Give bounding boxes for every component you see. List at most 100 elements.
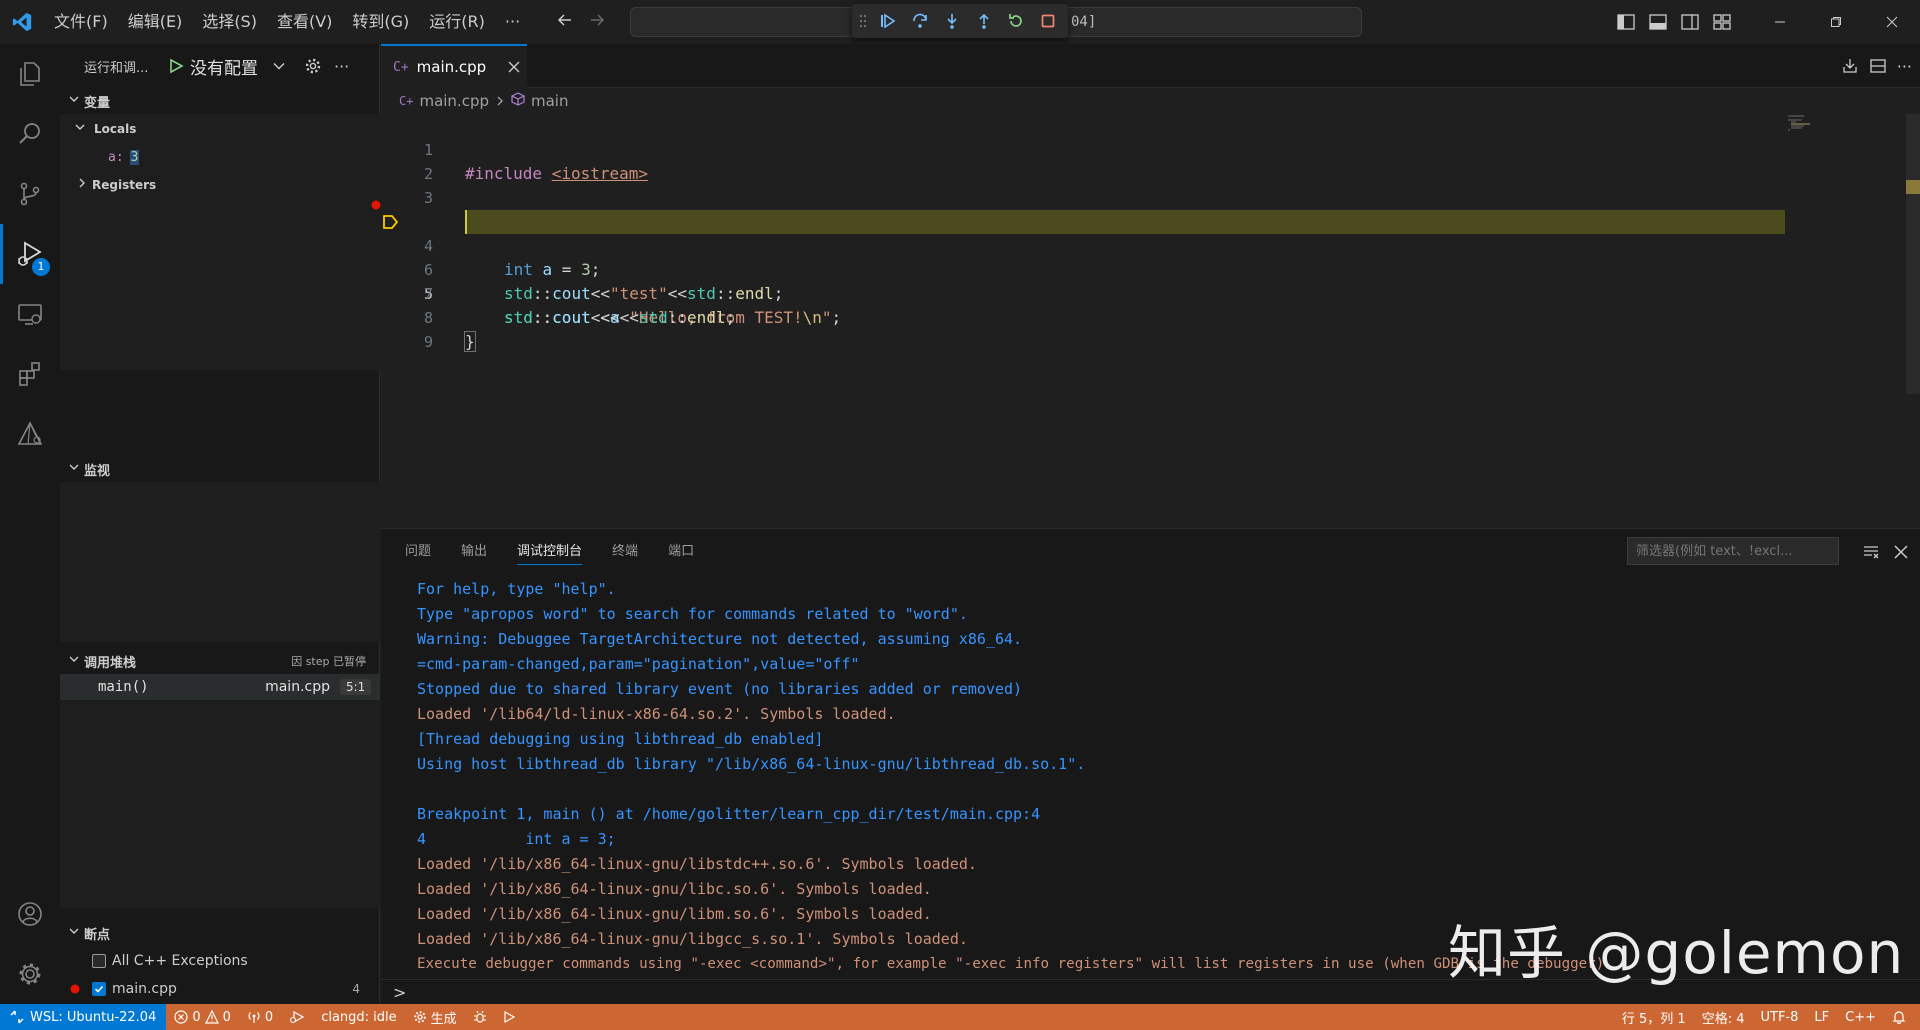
editor-more-icon[interactable]: ···: [1897, 57, 1912, 76]
restart-icon[interactable]: [1004, 9, 1028, 33]
code-editor[interactable]: 1 #include <iostream> 2 3 int main(int, …: [371, 114, 1920, 528]
cmake-run-status[interactable]: [495, 1011, 523, 1023]
close-tab-icon[interactable]: [508, 61, 520, 73]
nav-arrows: [556, 0, 606, 44]
cpp-file-icon: C+: [399, 94, 414, 108]
step-into-icon[interactable]: [940, 9, 964, 33]
menu-selection[interactable]: 选择(S): [192, 0, 267, 44]
start-debug-play-icon[interactable]: [168, 58, 184, 74]
cmake-debug-status[interactable]: [465, 1010, 495, 1024]
customize-layout-icon[interactable]: [1706, 0, 1738, 44]
console-line: Warning: Debuggee TargetArchitecture not…: [417, 630, 1023, 648]
source-control-icon[interactable]: [0, 164, 60, 224]
back-arrow-icon[interactable]: [556, 11, 574, 33]
breadcrumb-file[interactable]: main.cpp: [419, 92, 489, 110]
end-of-line[interactable]: LF: [1806, 1010, 1837, 1025]
step-over-icon[interactable]: [908, 9, 932, 33]
language-mode[interactable]: C++: [1837, 1010, 1884, 1025]
menu-run[interactable]: 运行(R): [419, 0, 495, 44]
variable-name: a:: [108, 149, 124, 165]
breakpoints-section-header[interactable]: 断点: [60, 920, 380, 946]
watermark: 知乎 @golemon: [1448, 919, 1905, 987]
variables-section-header[interactable]: 变量: [60, 88, 380, 114]
exceptions-checkbox[interactable]: [92, 954, 106, 968]
toggle-primary-sidebar-icon[interactable]: [1610, 0, 1642, 44]
run-and-debug-icon[interactable]: 1: [0, 224, 60, 284]
chevron-down-icon[interactable]: [272, 59, 286, 73]
tab-debug-console[interactable]: 调试控制台: [517, 529, 583, 575]
code-line-2: 2: [381, 138, 1781, 183]
toggle-panel-icon[interactable]: [1642, 0, 1674, 44]
menu-edit[interactable]: 编辑(E): [118, 0, 193, 44]
split-editor-icon[interactable]: [1869, 57, 1887, 75]
notifications-bell-icon[interactable]: [1884, 1010, 1914, 1024]
close-window-icon[interactable]: [1864, 0, 1920, 44]
drag-handle-icon[interactable]: [858, 13, 868, 29]
tab-terminal[interactable]: 终端: [612, 529, 638, 575]
registers-scope[interactable]: Registers: [60, 172, 380, 198]
manage-gear-icon[interactable]: [0, 944, 60, 1004]
editor-scrollbar[interactable]: [1906, 114, 1920, 394]
menu-file[interactable]: 文件(F): [44, 0, 118, 44]
tab-label: main.cpp: [416, 58, 487, 76]
variable-row[interactable]: a: 3: [60, 144, 380, 170]
tab-output[interactable]: 输出: [461, 529, 487, 575]
callstack-section-header[interactable]: 调用堆栈 因 step 已暂停: [60, 648, 380, 674]
stop-icon[interactable]: [1036, 9, 1060, 33]
toggle-secondary-sidebar-icon[interactable]: [1674, 0, 1706, 44]
breakpoint-checkbox[interactable]: [92, 982, 106, 996]
restore-icon[interactable]: [1808, 0, 1864, 44]
editor-tab-bar: C+ main.cpp ···: [381, 44, 1920, 88]
search-icon[interactable]: [0, 104, 60, 164]
breakpoint-exceptions-row[interactable]: All C++ Exceptions: [60, 948, 380, 974]
debug-alt-icon: [289, 1010, 305, 1024]
console-line: Loaded '/lib/x86_64-linux-gnu/libstdc++.…: [417, 855, 977, 873]
clear-console-icon[interactable]: [1862, 543, 1880, 561]
console-line: 4 int a = 3;: [417, 830, 616, 848]
extensions-icon[interactable]: [0, 344, 60, 404]
continue-icon[interactable]: [876, 9, 900, 33]
panel-actions: [1862, 529, 1908, 575]
menu-go[interactable]: 转到(G): [342, 0, 419, 44]
debug-launch-status[interactable]: [281, 1010, 313, 1024]
scrollbar-current-line-marker: [1906, 180, 1920, 194]
remote-icon: [10, 1010, 24, 1024]
forward-arrow-icon[interactable]: [588, 11, 606, 33]
error-icon: [174, 1010, 188, 1024]
breadcrumb-symbol[interactable]: main: [531, 92, 568, 110]
launch-config-select[interactable]: 没有配置: [190, 54, 258, 79]
cursor-position[interactable]: 行 5，列 1: [1614, 1008, 1694, 1027]
indentation[interactable]: 空格: 4: [1694, 1008, 1753, 1027]
breakpoint-file-row[interactable]: main.cpp 4: [60, 976, 380, 1002]
open-changes-icon[interactable]: [1841, 57, 1859, 75]
step-out-icon[interactable]: [972, 9, 996, 33]
watch-section-header[interactable]: 监视: [60, 456, 380, 482]
explorer-icon[interactable]: [0, 44, 60, 104]
console-filter-input[interactable]: [1627, 537, 1839, 565]
tab-problems[interactable]: 问题: [405, 529, 431, 575]
accounts-icon[interactable]: [0, 884, 60, 944]
cmake-icon[interactable]: [0, 404, 60, 464]
tab-ports[interactable]: 端口: [668, 529, 694, 575]
breakpoint-dot-icon[interactable]: [371, 193, 381, 210]
locals-scope[interactable]: Locals: [60, 116, 380, 142]
minimize-icon[interactable]: [1752, 0, 1808, 44]
stack-frame-row[interactable]: main() main.cpp 5:1: [60, 674, 380, 700]
close-panel-icon[interactable]: [1894, 545, 1908, 559]
ports-status[interactable]: 0: [239, 1010, 281, 1025]
clangd-status[interactable]: clangd: idle: [313, 1010, 404, 1025]
more-actions-icon[interactable]: ···: [334, 57, 349, 76]
menu-view[interactable]: 查看(V): [267, 0, 342, 44]
menu-more[interactable]: ···: [495, 0, 530, 44]
problems-status[interactable]: 0 0: [166, 1010, 239, 1025]
debug-sidebar: 运行和调... 没有配置 ··· 变量 Locals a: 3 Register…: [60, 44, 380, 1004]
console-line: Stopped due to shared library event (no …: [417, 680, 1023, 698]
current-execution-arrow-icon: [381, 213, 399, 231]
cmake-build-status[interactable]: 生成: [405, 1008, 465, 1027]
remote-explorer-icon[interactable]: [0, 284, 60, 344]
remote-indicator[interactable]: WSL: Ubuntu-22.04: [0, 1004, 167, 1030]
minimap[interactable]: [1788, 114, 1828, 134]
launch-settings-gear-icon[interactable]: [304, 57, 322, 75]
tab-main-cpp[interactable]: C+ main.cpp: [381, 44, 527, 88]
encoding[interactable]: UTF-8: [1752, 1010, 1806, 1025]
